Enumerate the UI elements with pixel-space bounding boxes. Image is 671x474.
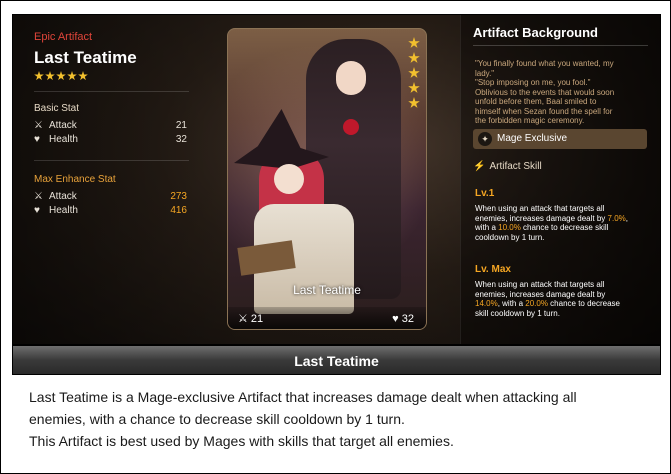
health-value: 416 — [170, 205, 187, 216]
star-icon — [45, 71, 55, 81]
health-value: 32 — [175, 134, 187, 145]
star-icon — [78, 71, 88, 81]
star-icon — [408, 52, 420, 63]
artifact-background-panel: Artifact Background "You finally found w… — [460, 15, 660, 344]
rarity-label: Epic Artifact — [34, 31, 93, 43]
max-attack-row: ⚔ Attack 273 — [34, 191, 187, 203]
card-name: Last Teatime — [293, 283, 361, 297]
lvmax-label: Lv. Max — [475, 264, 511, 275]
exclusive-label: Mage Exclusive — [497, 133, 568, 144]
sword-icon: ⚔ — [34, 120, 43, 131]
star-rating — [34, 71, 88, 81]
page-frame: Epic Artifact Last Teatime Basic Stat ⚔ … — [0, 0, 671, 474]
basic-attack-row: ⚔ Attack 21 — [34, 120, 187, 132]
lv1-label: Lv.1 — [475, 188, 495, 199]
attack-label: Attack — [49, 191, 77, 202]
artifact-skill-heading: ⚡ Artifact Skill — [473, 161, 542, 172]
lvmax-description: When using an attack that targets all en… — [475, 280, 620, 318]
caption-description: Last Teatime is a Mage-exclusive Artifac… — [29, 389, 577, 449]
heart-icon: ♥ — [392, 313, 402, 325]
star-icon — [56, 71, 66, 81]
star-icon — [408, 82, 420, 93]
artifact-title: Last Teatime — [34, 48, 137, 67]
attack-value: 21 — [175, 120, 187, 131]
lightning-icon: ⚡ — [473, 161, 486, 172]
heart-icon: ♥ — [34, 205, 40, 216]
max-stat-title: Max Enhance Stat — [34, 174, 116, 185]
lv1-description: When using an attack that targets all en… — [475, 204, 628, 242]
star-icon — [408, 67, 420, 78]
artifact-card[interactable]: Last Teatime ⚔ 21 ♥ 32 — [227, 28, 427, 330]
mage-class-icon: ✦ — [478, 132, 492, 146]
attack-value: 273 — [170, 191, 187, 202]
mage-exclusive-badge: ✦ Mage Exclusive — [473, 129, 647, 149]
star-icon — [34, 71, 44, 81]
attack-label: Attack — [49, 120, 77, 131]
health-label: Health — [49, 134, 78, 145]
star-icon — [408, 97, 420, 108]
sword-icon: ⚔ — [238, 313, 251, 325]
divider — [34, 160, 189, 161]
witch-hat — [234, 109, 329, 169]
divider — [34, 91, 189, 92]
basic-stat-title: Basic Stat — [34, 103, 80, 114]
heart-icon: ♥ — [34, 134, 40, 145]
caption-title: Last Teatime — [294, 353, 379, 369]
card-attack: ⚔ 21 — [238, 313, 264, 325]
background-title: Artifact Background — [473, 25, 598, 40]
star-icon — [67, 71, 77, 81]
health-label: Health — [49, 205, 78, 216]
game-screenshot: Epic Artifact Last Teatime Basic Stat ⚔ … — [12, 14, 661, 345]
max-health-row: ♥ Health 416 — [34, 205, 187, 217]
card-health: ♥ 32 — [392, 313, 414, 325]
lore-text: "You finally found what you wanted, my l… — [475, 59, 615, 125]
divider — [473, 45, 648, 46]
sword-icon: ⚔ — [34, 191, 43, 202]
caption-bar: Last Teatime — [12, 345, 661, 375]
star-icon — [408, 37, 420, 48]
basic-health-row: ♥ Health 32 — [34, 134, 187, 146]
artifact-info-panel: Epic Artifact Last Teatime Basic Stat ⚔ … — [21, 23, 211, 338]
card-star-rating — [408, 37, 420, 109]
